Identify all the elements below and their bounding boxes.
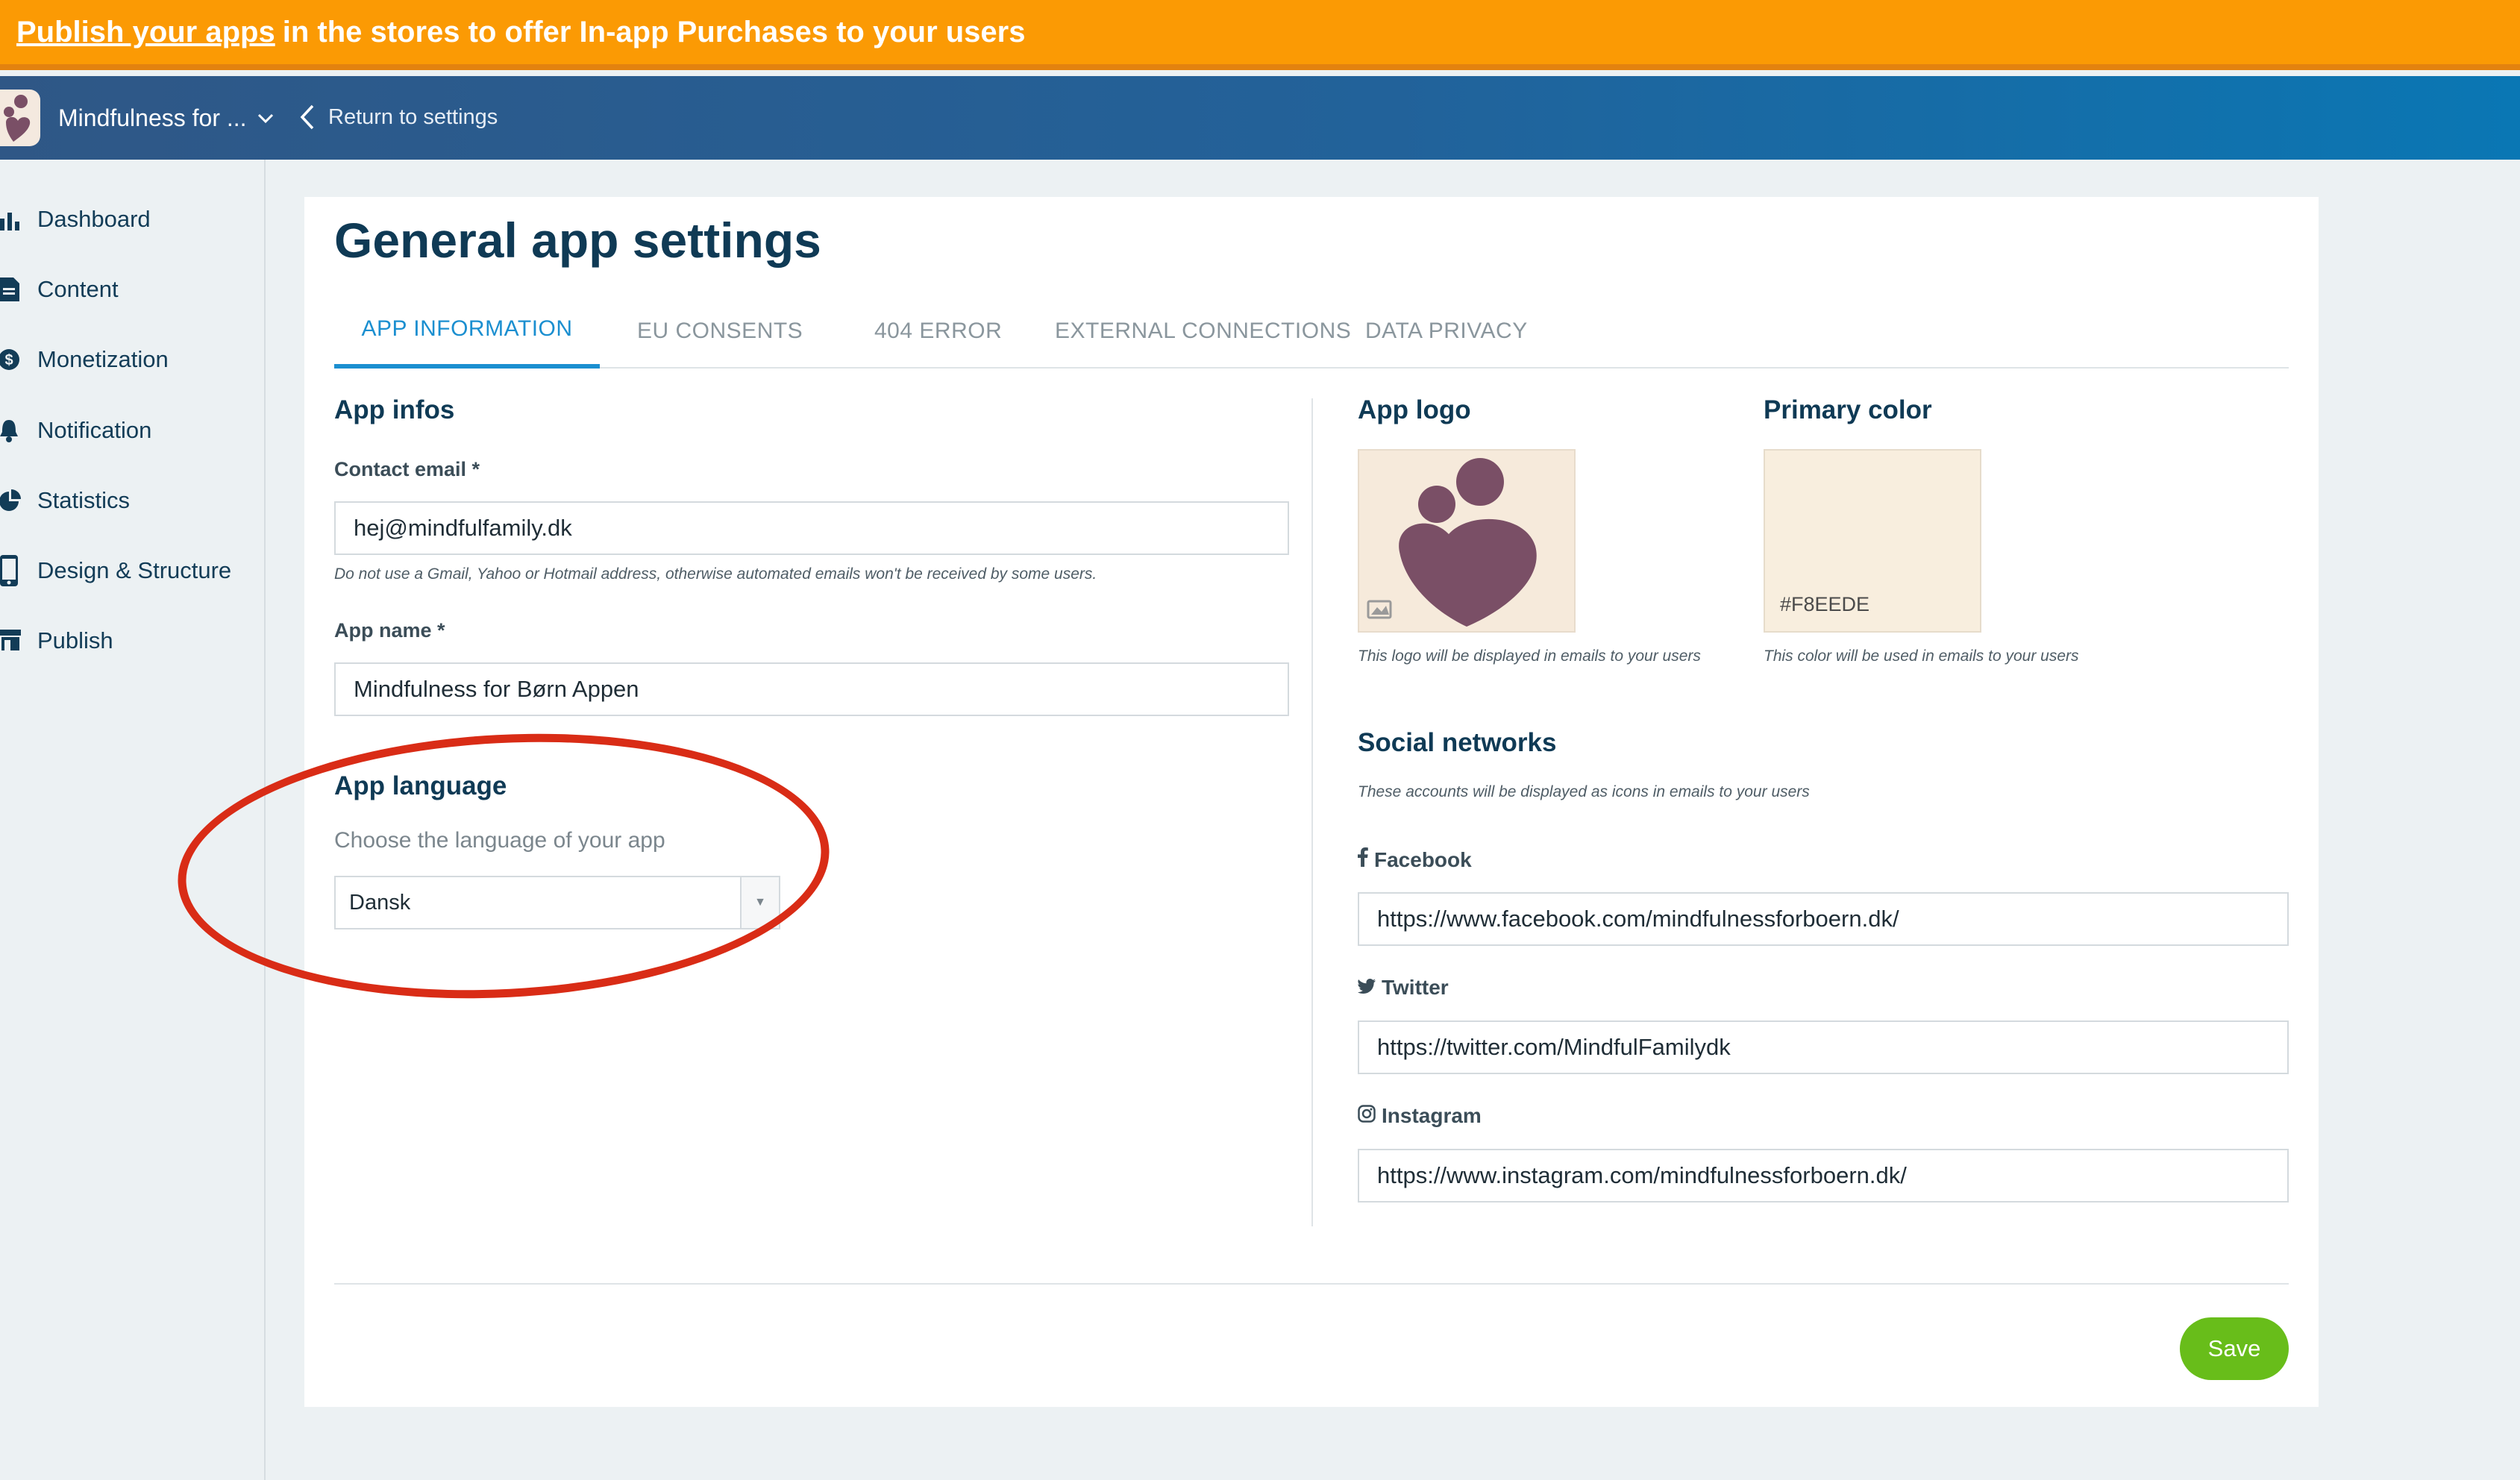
contact-email-help: Do not use a Gmail, Yahoo or Hotmail add… [334, 565, 1097, 583]
facebook-url-field[interactable]: https://www.facebook.com/mindfulnessforb… [1358, 892, 2289, 946]
svg-text:$: $ [4, 352, 13, 369]
app-infos-title: App infos [334, 395, 455, 424]
publish-apps-link[interactable]: Publish your apps [16, 16, 275, 49]
page-title: General app settings [334, 213, 821, 268]
sidebar-item-statistics[interactable]: Statistics [0, 482, 130, 519]
app-logo-title: App logo [1358, 395, 1471, 424]
sidebar-item-label: Design & Structure [37, 557, 232, 583]
social-networks-title: Social networks [1358, 728, 1557, 757]
instagram-url-field[interactable]: https://www.instagram.com/mindfulnessfor… [1358, 1149, 2289, 1202]
app-name-label: App name * [334, 619, 445, 642]
sidebar-item-publish[interactable]: Publish [0, 622, 113, 659]
facebook-icon [1358, 847, 1368, 872]
facebook-label-text: Facebook [1374, 847, 1472, 871]
sidebar-item-label: Statistics [37, 487, 131, 513]
phone-icon [0, 555, 37, 586]
app-switcher[interactable]: Mindfulness for ... [58, 104, 274, 132]
settings-card: General app settings APP INFORMATION EU … [304, 197, 2319, 1407]
bar-chart-icon [0, 204, 37, 234]
column-divider [1311, 398, 1313, 1226]
store-icon [0, 626, 37, 656]
sidebar-item-monetization[interactable]: $ Monetization [0, 341, 169, 378]
sidebar-item-label: Publish [37, 627, 113, 653]
top-bar: Mindfulness for ... Return to settings [0, 76, 2520, 160]
app-language-subtitle: Choose the language of your app [334, 828, 665, 853]
sidebar-item-label: Monetization [37, 346, 169, 372]
tab-404-error[interactable]: 404 ERROR [874, 294, 1002, 369]
primary-color-code: #F8EEDE [1780, 593, 1870, 615]
promo-banner: Publish your apps in the stores to offer… [0, 0, 2520, 70]
primary-color-title: Primary color [1764, 395, 1932, 424]
app-language-title: App language [334, 771, 507, 800]
sidebar-item-label: Content [37, 276, 119, 302]
tabs: APP INFORMATION EU CONSENTS 404 ERROR EX… [334, 294, 2289, 369]
sidebar-item-notification[interactable]: Notification [0, 412, 151, 449]
sidebar-item-dashboard[interactable]: Dashboard [0, 201, 151, 238]
social-networks-help: These accounts will be displayed as icon… [1358, 783, 1810, 800]
tab-eu-consents[interactable]: EU CONSENTS [637, 294, 803, 369]
facebook-label: Facebook [1358, 847, 1472, 872]
return-to-settings-link[interactable]: Return to settings [300, 104, 498, 130]
sidebar-item-label: Dashboard [37, 206, 151, 232]
app-language-selected: Dansk [349, 890, 411, 915]
contact-email-field[interactable]: hej@mindfulfamily.dk [334, 501, 1289, 555]
sidebar-item-label: Notification [37, 417, 152, 443]
promo-text: in the stores to offer In-app Purchases … [282, 15, 1026, 48]
app-language-select[interactable]: Dansk ▼ [334, 876, 780, 929]
chevron-left-icon [300, 104, 314, 130]
bell-icon [0, 416, 37, 445]
primary-color-help: This color will be used in emails to you… [1764, 648, 2079, 665]
save-button[interactable]: Save [2180, 1317, 2289, 1380]
primary-color-swatch[interactable]: #F8EEDE [1764, 449, 1981, 633]
footer-divider [334, 1283, 2289, 1285]
app-logo-icon [4, 95, 31, 142]
app-logo-help: This logo will be displayed in emails to… [1358, 648, 1701, 665]
app-name-field[interactable]: Mindfulness for Børn Appen [334, 662, 1289, 716]
instagram-label: Instagram [1358, 1104, 1482, 1128]
return-label: Return to settings [328, 104, 498, 129]
sidebar-item-content[interactable]: Content [0, 271, 119, 308]
instagram-label-text: Instagram [1382, 1104, 1482, 1127]
app-avatar[interactable] [0, 90, 40, 146]
heart-logo-icon [1367, 458, 1537, 627]
twitter-url-field[interactable]: https://twitter.com/MindfulFamilydk [1358, 1020, 2289, 1074]
app-logo-upload[interactable] [1358, 449, 1576, 633]
twitter-label: Twitter [1358, 976, 1449, 1000]
document-icon [0, 275, 37, 304]
tab-external-connections[interactable]: EXTERNAL CONNECTIONS [1055, 294, 1351, 369]
sidebar: Dashboard Content $ Monetization Notific… [0, 160, 266, 1480]
select-arrow-icon: ▼ [740, 877, 779, 928]
tab-app-information[interactable]: APP INFORMATION [334, 294, 600, 369]
tab-data-privacy[interactable]: DATA PRIVACY [1365, 294, 1528, 369]
twitter-label-text: Twitter [1382, 976, 1449, 999]
instagram-icon [1358, 1104, 1376, 1128]
chevron-down-icon [257, 113, 273, 123]
app-name-label: Mindfulness for ... [58, 104, 247, 131]
contact-email-label: Contact email * [334, 458, 480, 480]
sidebar-item-design-structure[interactable]: Design & Structure [0, 552, 231, 589]
twitter-icon [1358, 976, 1376, 1000]
pie-chart-icon [0, 486, 37, 515]
dollar-icon: $ [0, 345, 37, 374]
